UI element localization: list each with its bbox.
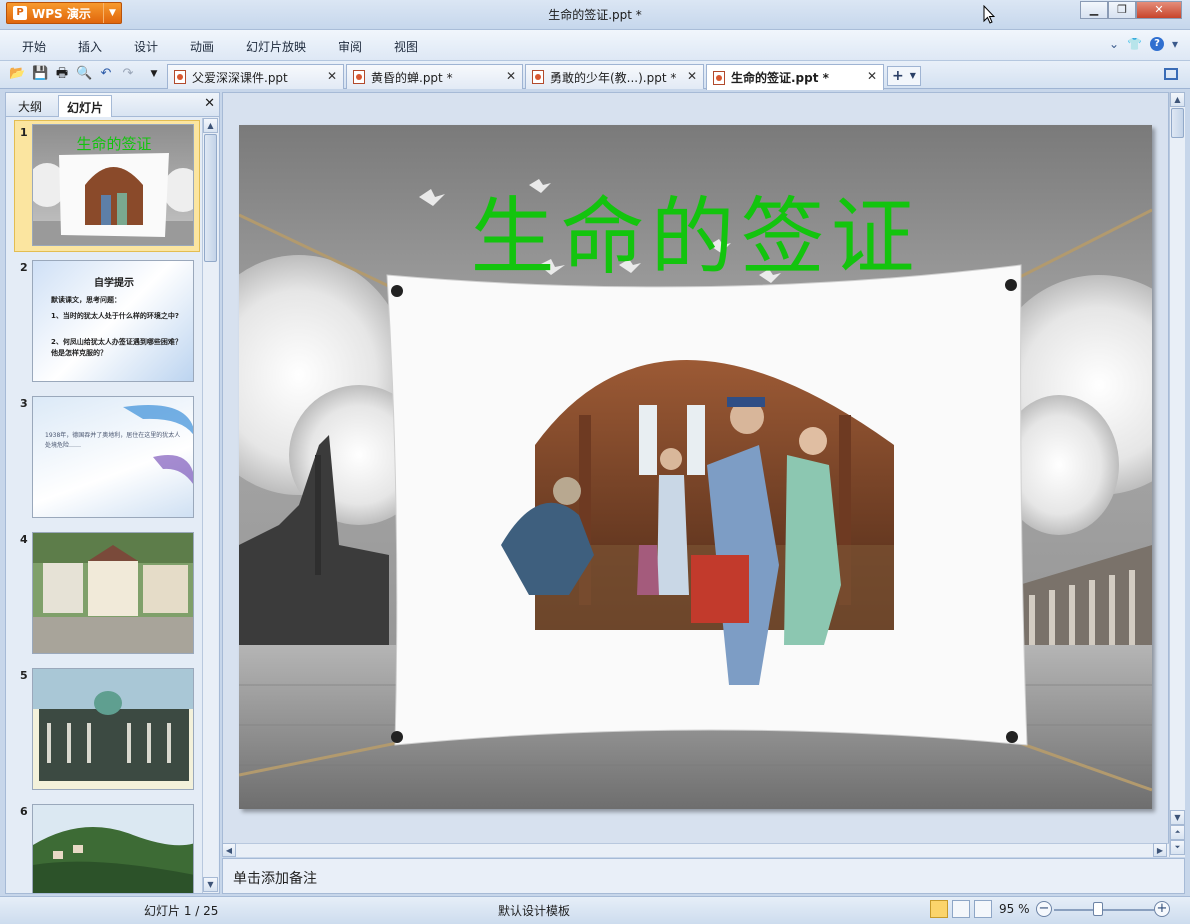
slideshow-view-icon[interactable] — [974, 900, 992, 918]
tab-label: 勇敢的少年(教...).ppt * — [550, 70, 677, 85]
redo-icon[interactable]: ↷ — [120, 66, 136, 82]
help-icon[interactable]: ? — [1149, 37, 1164, 51]
undo-icon[interactable]: ↶ — [98, 66, 114, 82]
scroll-thumb[interactable] — [204, 134, 217, 262]
design-template-name[interactable]: 默认设计模板 — [498, 902, 570, 919]
scroll-down-icon[interactable]: ▼ — [203, 877, 218, 892]
new-tab-button[interactable]: + ▼ — [887, 66, 921, 86]
normal-view-icon[interactable] — [930, 900, 948, 918]
print-preview-icon[interactable]: 🔍 — [76, 66, 92, 82]
close-tab-icon[interactable]: ✕ — [506, 69, 516, 83]
zoom-level: 95 % — [999, 902, 1030, 916]
thumb-number: 6 — [20, 805, 28, 818]
scroll-down-icon[interactable]: ▼ — [1170, 810, 1185, 825]
notes-pane[interactable]: 单击添加备注 — [222, 858, 1185, 894]
tab-label: 父爱深深课件.ppt — [192, 70, 288, 85]
scroll-up-icon[interactable]: ▲ — [1170, 92, 1185, 107]
help-dropdown-icon[interactable]: ▾ — [1172, 37, 1178, 51]
editor-horizontal-scrollbar[interactable]: ◀ ▶ — [222, 843, 1169, 857]
slide-title[interactable]: 生命的签证 — [239, 170, 1152, 291]
menu-home[interactable]: 开始 — [22, 38, 46, 55]
menu-insert[interactable]: 插入 — [78, 38, 102, 55]
scroll-right-icon[interactable]: ▶ — [1153, 843, 1167, 857]
maximize-button[interactable]: ❐ — [1108, 1, 1136, 19]
ribbon-collapse-icon[interactable]: ⌄ — [1109, 37, 1119, 51]
slide-thumb-4[interactable] — [32, 532, 194, 654]
ppt-file-icon — [532, 70, 544, 84]
slide-thumb-2[interactable]: 自学提示 默读课文，思考问题： 1、当时的犹太人处于什么样的环境之中? 2、何凤… — [32, 260, 194, 382]
tab-slides[interactable]: 幻灯片 — [58, 95, 113, 117]
editor-vertical-scrollbar[interactable]: ▲ ▼ ⏶ ⏷ — [1169, 92, 1185, 857]
tab-dusk-cicada[interactable]: 黄昏的蝉.ppt * ✕ — [346, 64, 523, 89]
slide-sorter-view-icon[interactable] — [952, 900, 970, 918]
menu-bar: 开始 插入 设计 动画 幻灯片放映 审阅 视图 ⌄ 👕 ? ▾ — [0, 30, 1190, 61]
zoom-slider-knob[interactable] — [1093, 902, 1103, 916]
thumb-2-title: 自学提示 — [94, 278, 134, 289]
close-tab-icon[interactable]: ✕ — [327, 69, 337, 83]
slide-thumbnail-pane: 大纲 幻灯片 ✕ 1 生命的签证 2 自学提示 默读课文，思考问题： 1、当时的… — [5, 92, 220, 894]
customize-toolbar-icon[interactable]: ▼ — [146, 66, 162, 82]
thumb-number: 4 — [20, 533, 28, 546]
thumb-1-title: 生命的签证 — [76, 135, 152, 153]
slide-thumb-5[interactable] — [32, 668, 194, 790]
tab-label: 黄昏的蝉.ppt * — [371, 70, 453, 85]
next-slide-icon[interactable]: ⏷ — [1170, 840, 1185, 855]
thumb-3-text: 1938年，德国吞并了奥地利，居住在这里的犹太人处境危险…… — [45, 432, 181, 449]
menu-review[interactable]: 审阅 — [338, 38, 362, 55]
thumb-number: 5 — [20, 669, 28, 682]
title-bar: P WPS 演示 ▼ 生命的签证.ppt * ▁ ❐ ✕ — [0, 0, 1190, 30]
window-title: 生命的签证.ppt * — [548, 8, 642, 22]
ppt-file-icon — [713, 70, 725, 85]
tab-brave-youth[interactable]: 勇敢的少年(教...).ppt * ✕ — [525, 64, 704, 89]
thumb-number: 2 — [20, 261, 28, 274]
ppt-file-icon — [353, 70, 365, 84]
thumbnail-scrollbar[interactable]: ▲ ▼ — [202, 118, 218, 893]
scroll-thumb[interactable] — [1171, 108, 1184, 138]
thumb-2-line-3: 2、何凤山给犹太人办签证遇到哪些困难？他是怎样克服的？ — [51, 338, 182, 357]
minimize-button[interactable]: ▁ — [1080, 1, 1108, 19]
zoom-slider[interactable] — [1054, 909, 1154, 911]
thumb-2-line-1: 默读课文，思考问题： — [51, 296, 121, 304]
close-pane-icon[interactable]: ✕ — [204, 96, 215, 111]
ppt-file-icon — [174, 70, 186, 84]
thumb-2-line-2: 1、当时的犹太人处于什么样的环境之中? — [51, 312, 179, 320]
menu-slideshow[interactable]: 幻灯片放映 — [246, 38, 306, 55]
menu-view[interactable]: 视图 — [394, 38, 418, 55]
save-icon[interactable]: 💾 — [32, 66, 48, 82]
zoom-in-button[interactable]: + — [1154, 901, 1170, 917]
thumb-5-palace-image — [33, 669, 193, 789]
document-tab-bar: 📂 💾 🖶 🔍 ↶ ↷ ▼ 父爱深深课件.ppt ✕ 黄昏的蝉.ppt * ✕ … — [0, 61, 1190, 90]
close-window-button[interactable]: ✕ — [1136, 1, 1182, 19]
current-slide[interactable]: 生命的签证 — [239, 125, 1152, 809]
thumb-number: 1 — [20, 126, 28, 139]
restore-window-icon[interactable] — [1164, 68, 1178, 80]
menu-animation[interactable]: 动画 — [190, 38, 214, 55]
slide-counter: 幻灯片 1 / 25 — [144, 904, 219, 918]
print-icon[interactable]: 🖶 — [54, 66, 70, 82]
close-tab-icon[interactable]: ✕ — [867, 69, 877, 83]
tab-father-love[interactable]: 父爱深深课件.ppt ✕ — [167, 64, 344, 89]
thumb-4-town-image — [33, 533, 193, 653]
open-folder-icon[interactable]: 📂 — [9, 66, 25, 82]
skin-icon[interactable]: 👕 — [1127, 37, 1142, 51]
slide-edit-area: 生命的签证 — [222, 92, 1169, 844]
thumb-3-swirl — [123, 405, 193, 485]
slide-thumb-1[interactable]: 生命的签证 — [32, 124, 194, 246]
thumb-6-village-image — [33, 805, 193, 893]
previous-slide-icon[interactable]: ⏶ — [1170, 825, 1185, 840]
zoom-out-button[interactable]: − — [1036, 901, 1052, 917]
menu-design[interactable]: 设计 — [134, 38, 158, 55]
status-bar: 幻灯片 1 / 25 默认设计模板 95 % − + — [0, 896, 1190, 924]
mouse-cursor-icon — [983, 5, 995, 24]
tab-label: 生命的签证.ppt * — [731, 71, 829, 85]
slide-thumb-6[interactable] — [32, 804, 194, 893]
tab-outline[interactable]: 大纲 — [10, 95, 50, 117]
tab-life-visa[interactable]: 生命的签证.ppt * ✕ — [706, 64, 884, 90]
scroll-left-icon[interactable]: ◀ — [222, 843, 236, 857]
notes-placeholder[interactable]: 单击添加备注 — [233, 868, 317, 888]
slide-thumb-3[interactable]: 1938年，德国吞并了奥地利，居住在这里的犹太人处境危险…… — [32, 396, 194, 518]
close-tab-icon[interactable]: ✕ — [687, 69, 697, 83]
scroll-up-icon[interactable]: ▲ — [203, 118, 218, 133]
thumb-number: 3 — [20, 397, 28, 410]
